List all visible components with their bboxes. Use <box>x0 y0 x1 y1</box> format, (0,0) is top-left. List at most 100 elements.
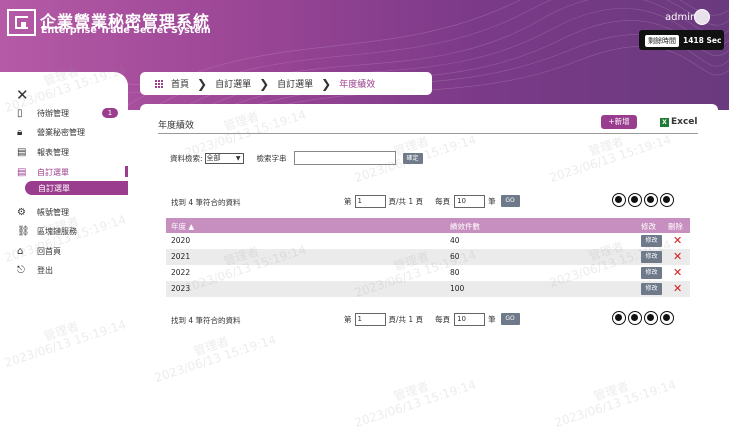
blockchain-icon: ⛓ <box>17 225 30 237</box>
keyword-input[interactable] <box>293 151 396 165</box>
per-page-suffix: 筆 <box>488 196 496 206</box>
sidebar-item-custom-menu[interactable]: ▤ 自訂選單 <box>0 164 128 180</box>
sidebar-item-label: 登出 <box>37 265 53 275</box>
pager-top: 找到 4 筆符合的資料 第 1 頁/共 1 頁 每頁 10 筆 GO <box>140 193 718 210</box>
document-icon: ▯ <box>17 107 23 119</box>
col-value-header[interactable]: 績效件數 <box>450 221 480 232</box>
sidebar-item-account[interactable]: ⚙ 帳號管理 <box>0 204 128 220</box>
cell-year: 2022 <box>171 268 191 277</box>
add-button[interactable]: +新增 <box>601 115 637 129</box>
gear-icon: ⚙ <box>17 206 26 218</box>
page-number-input[interactable]: 1 <box>354 194 386 208</box>
filter-select[interactable]: 全部 ▼ <box>204 152 244 164</box>
cell-year: 2020 <box>171 236 191 245</box>
sidebar-item-report[interactable]: ▤ 報表管理 <box>0 144 128 160</box>
pagination-controls: 第 1 頁/共 1 頁 每頁 10 筆 GO <box>344 194 520 208</box>
chevron-down-icon: ▼ <box>235 154 241 162</box>
sidebar-item-blockchain[interactable]: ⛓ 區塊鏈服務 <box>0 223 128 239</box>
breadcrumb-custom-menu-sub[interactable]: 自訂選單 <box>277 77 313 90</box>
delete-icon[interactable]: ✕ <box>673 266 682 279</box>
timer-label: 剩餘時間 <box>645 35 679 47</box>
breadcrumb-current: 年度績效 <box>339 80 376 90</box>
data-table: 年度 ▲ 績效件數 修改 刪除 2020 40 修改 ✕ 2021 60 修改 … <box>166 218 690 297</box>
per-page-prefix: 每頁 <box>435 196 451 206</box>
sidebar-item-logout[interactable]: ⎋ 登出 <box>0 262 128 278</box>
sidebar-item-label: 自訂選單 <box>37 167 69 177</box>
next-page-icon[interactable] <box>644 311 658 325</box>
sidebar-item-label: 待辦管理 <box>37 108 69 118</box>
page-title: 年度績效 <box>158 121 195 131</box>
sidebar-item-label: 報表管理 <box>37 147 69 157</box>
table-row: 2022 80 修改 ✕ <box>166 265 690 281</box>
sidebar-subitem-custom-menu[interactable]: 自訂選單 <box>25 181 128 195</box>
go-button[interactable]: GO <box>500 313 520 325</box>
per-page-suffix: 筆 <box>488 314 496 324</box>
table-row: 2020 40 修改 ✕ <box>166 233 690 249</box>
sidebar-item-label: 區塊鏈服務 <box>37 226 77 236</box>
delete-icon[interactable]: ✕ <box>673 250 682 263</box>
search-filter: 資料檢索: 全部 ▼ 檢索字串 確定 <box>170 151 423 165</box>
sidebar-item-label: 帳號管理 <box>37 207 69 217</box>
cell-value: 100 <box>450 284 465 293</box>
prev-page-icon[interactable] <box>628 193 642 207</box>
edit-button[interactable]: 修改 <box>641 251 662 263</box>
delete-icon[interactable]: ✕ <box>673 234 682 247</box>
page-total: 頁/共 1 頁 <box>388 196 424 206</box>
pagination-controls: 第 1 頁/共 1 頁 每頁 10 筆 GO <box>344 312 520 326</box>
divider <box>158 133 698 134</box>
excel-label: Excel <box>671 117 698 127</box>
grid-icon <box>154 79 163 88</box>
sidebar-item-trade-secret[interactable]: 🔒︎ 營業秘密管理 <box>0 124 128 140</box>
close-icon[interactable]: ✕ <box>16 86 29 104</box>
go-button[interactable]: GO <box>500 195 520 207</box>
lock-icon: 🔒︎ <box>17 126 23 138</box>
page-size-input[interactable]: 10 <box>454 312 486 326</box>
avatar[interactable] <box>694 9 710 25</box>
page-total: 頁/共 1 頁 <box>388 314 424 324</box>
page-prefix: 第 <box>344 314 352 324</box>
first-page-icon[interactable] <box>612 311 626 325</box>
user-name[interactable]: admin <box>665 12 696 23</box>
delete-icon[interactable]: ✕ <box>673 282 682 295</box>
keyword-label: 檢索字串 <box>256 153 287 163</box>
table-row: 2023 100 修改 ✕ <box>166 281 690 297</box>
result-count: 找到 4 筆符合的資料 <box>171 198 241 207</box>
breadcrumb-home[interactable]: 首頁 <box>171 77 189 90</box>
filter-select-value: 全部 <box>206 154 221 162</box>
report-icon: ▤ <box>17 146 27 158</box>
prev-page-icon[interactable] <box>628 311 642 325</box>
first-page-icon[interactable] <box>612 193 626 207</box>
page-size-input[interactable]: 10 <box>454 194 486 208</box>
last-page-icon[interactable] <box>660 311 674 325</box>
logout-icon: ⎋ <box>17 264 25 276</box>
cell-value: 40 <box>450 236 460 245</box>
sidebar-item-todo[interactable]: ▯ 待辦管理 1 <box>0 105 128 121</box>
page-number-input[interactable]: 1 <box>354 312 386 326</box>
sidebar-item-home[interactable]: ⌂ 回首頁 <box>0 243 128 259</box>
logo <box>7 9 36 36</box>
breadcrumb-custom-menu[interactable]: 自訂選單 <box>215 77 251 90</box>
result-count: 找到 4 筆符合的資料 <box>171 316 241 325</box>
table-row: 2021 60 修改 ✕ <box>166 249 690 265</box>
next-page-icon[interactable] <box>644 193 658 207</box>
session-timer: 剩餘時間 1418 Sec <box>639 30 724 50</box>
sidebar: ✕ ▯ 待辦管理 1 🔒︎ 營業秘密管理 ▤ 報表管理 ▤ 自訂選單 自訂選單 … <box>0 72 128 429</box>
last-page-icon[interactable] <box>660 193 674 207</box>
filter-label: 資料檢索: <box>170 153 203 163</box>
confirm-button[interactable]: 確定 <box>402 152 423 164</box>
timer-value: 1418 Sec <box>683 36 722 45</box>
todo-count-badge: 1 <box>102 108 118 118</box>
page-nav <box>612 311 674 325</box>
edit-button[interactable]: 修改 <box>641 267 662 279</box>
sidebar-item-label: 營業秘密管理 <box>37 127 85 137</box>
page-prefix: 第 <box>344 196 352 206</box>
cell-value: 80 <box>450 268 460 277</box>
excel-export-button[interactable]: X Excel <box>660 117 697 127</box>
app-subtitle: Enterprise Trade Secret System <box>41 25 211 36</box>
edit-button[interactable]: 修改 <box>641 283 662 295</box>
edit-button[interactable]: 修改 <box>641 235 662 247</box>
home-icon: ⌂ <box>17 245 24 257</box>
col-year-header[interactable]: 年度 ▲ <box>171 221 194 232</box>
pager-bottom: 找到 4 筆符合的資料 第 1 頁/共 1 頁 每頁 10 筆 GO <box>140 311 718 328</box>
breadcrumb: 首頁 ❯ 自訂選單 ❯ 自訂選單 ❯ 年度績效 <box>140 72 432 95</box>
